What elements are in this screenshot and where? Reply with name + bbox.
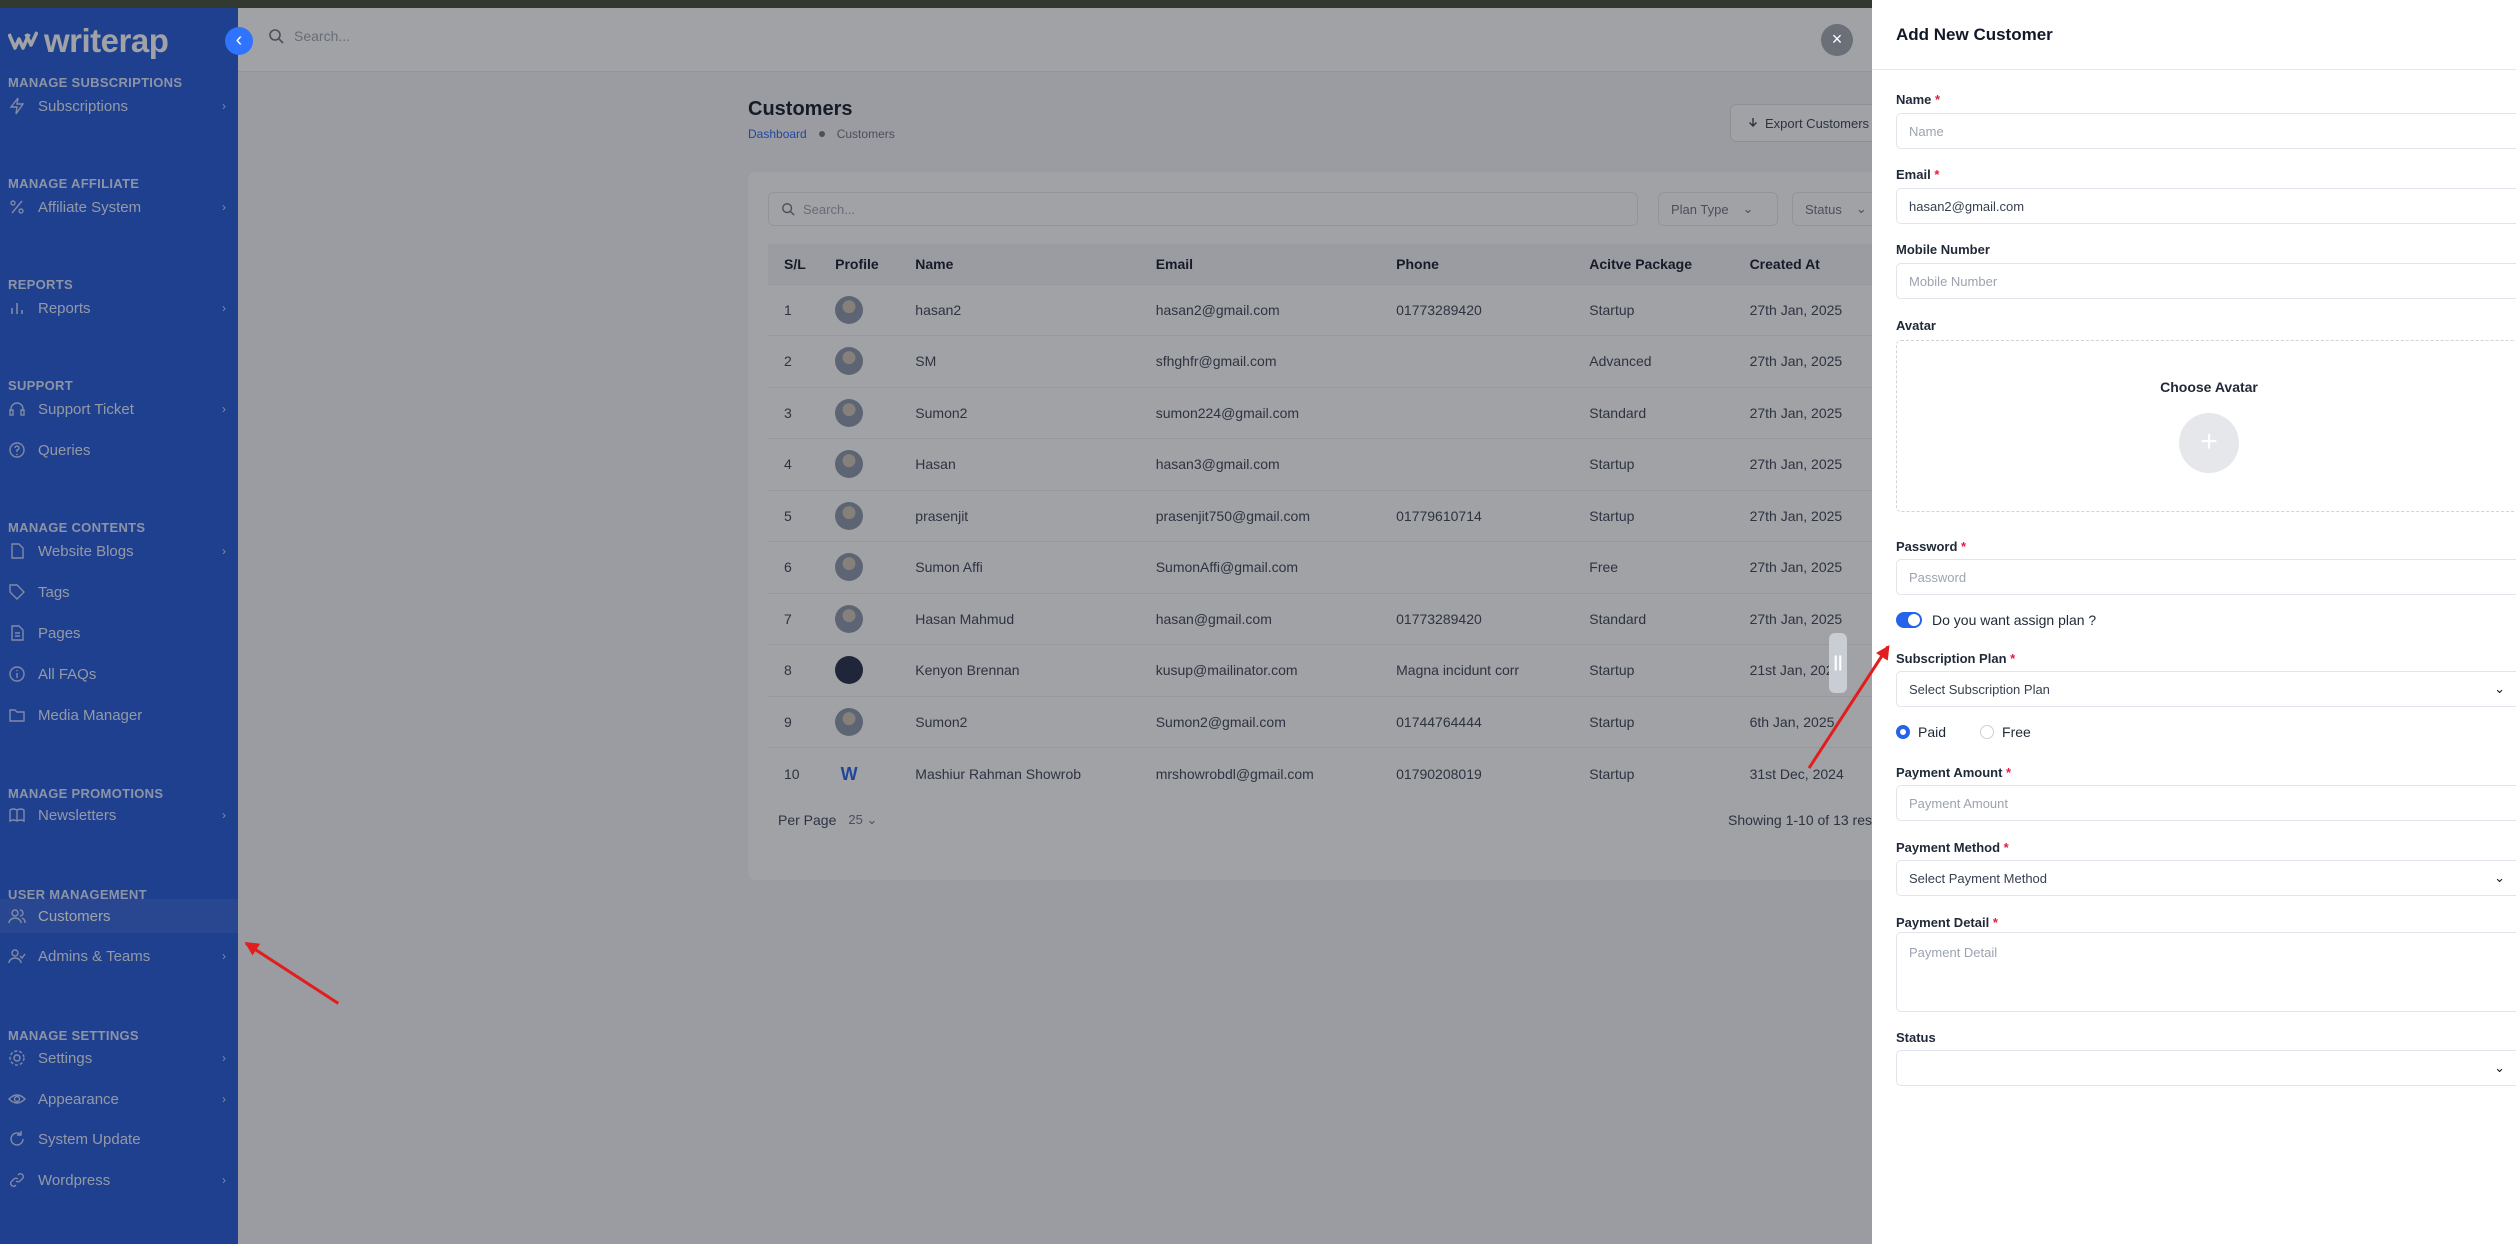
required-mark: * — [2006, 765, 2012, 780]
close-drawer-button[interactable]: × — [1821, 24, 1853, 56]
password-input[interactable]: Password — [1896, 559, 2516, 595]
name-label: Name * — [1896, 92, 1940, 107]
payment-amount-label-text: Payment Amount — [1896, 765, 2003, 780]
paid-radio[interactable] — [1896, 725, 1910, 739]
avatar-upload-zone[interactable]: Choose Avatar + — [1896, 340, 2516, 512]
avatar-label: Avatar — [1896, 318, 1936, 333]
add-customer-drawer: Add New Customer Name * Name Email * has… — [1872, 0, 2516, 1244]
payment-detail-label: Payment Detail * — [1896, 915, 1998, 930]
payment-amount-input[interactable]: Payment Amount — [1896, 785, 2516, 821]
required-mark: * — [1934, 167, 1940, 182]
plus-icon[interactable]: + — [2179, 413, 2239, 473]
mobile-label: Mobile Number — [1896, 242, 1990, 257]
subscription-plan-value: Select Subscription Plan — [1909, 681, 2050, 697]
chevron-down-icon: ⌄ — [2494, 681, 2505, 696]
paid-radio-label: Paid — [1918, 724, 1947, 740]
email-input[interactable]: hasan2@gmail.com — [1896, 188, 2516, 224]
subscription-plan-label: Subscription Plan * — [1896, 651, 2015, 666]
chevron-down-icon: ⌄ — [2494, 1060, 2505, 1075]
modal-backdrop[interactable] — [0, 0, 1872, 1244]
free-radio-label: Free — [2002, 724, 2031, 740]
payment-detail-textarea[interactable]: Payment Detail — [1896, 932, 2516, 1012]
payment-method-label-text: Payment Method — [1896, 840, 2001, 855]
payment-type-group: Paid Free — [1896, 724, 2031, 740]
choose-avatar-label: Choose Avatar — [2160, 379, 2258, 395]
chevron-down-icon: ⌄ — [2494, 870, 2505, 885]
assign-plan-row: Do you want assign plan ? — [1896, 612, 2096, 628]
required-mark: * — [1992, 915, 1998, 930]
password-label-text: Password — [1896, 539, 1958, 554]
mobile-input[interactable]: Mobile Number — [1896, 263, 2516, 299]
required-mark: * — [1935, 92, 1941, 107]
sidebar-collapse-button[interactable]: ‹ — [225, 27, 253, 55]
name-label-text: Name — [1896, 92, 1932, 107]
status-select[interactable]: ⌄ — [1896, 1050, 2516, 1086]
assign-plan-toggle[interactable] — [1896, 612, 1922, 628]
drawer-title: Add New Customer — [1872, 0, 2516, 70]
subscription-plan-label-text: Subscription Plan — [1896, 651, 2007, 666]
subscription-plan-select[interactable]: Select Subscription Plan ⌄ — [1896, 671, 2516, 707]
name-input[interactable]: Name — [1896, 113, 2516, 149]
email-label-text: Email — [1896, 167, 1931, 182]
free-radio[interactable] — [1980, 725, 1995, 739]
drawer-resize-handle[interactable]: || — [1829, 633, 1847, 693]
assign-plan-label: Do you want assign plan ? — [1932, 612, 2097, 628]
payment-method-select[interactable]: Select Payment Method ⌄ — [1896, 860, 2516, 896]
password-label: Password * — [1896, 539, 1966, 554]
payment-detail-label-text: Payment Detail — [1896, 915, 1990, 930]
required-mark: * — [1961, 539, 1967, 554]
required-mark: * — [2010, 651, 2016, 666]
status-label: Status — [1896, 1030, 1936, 1045]
payment-method-label: Payment Method * — [1896, 840, 2009, 855]
payment-method-value: Select Payment Method — [1909, 870, 2048, 886]
email-label: Email * — [1896, 167, 1939, 182]
required-mark: * — [2003, 840, 2009, 855]
payment-amount-label: Payment Amount * — [1896, 765, 2011, 780]
